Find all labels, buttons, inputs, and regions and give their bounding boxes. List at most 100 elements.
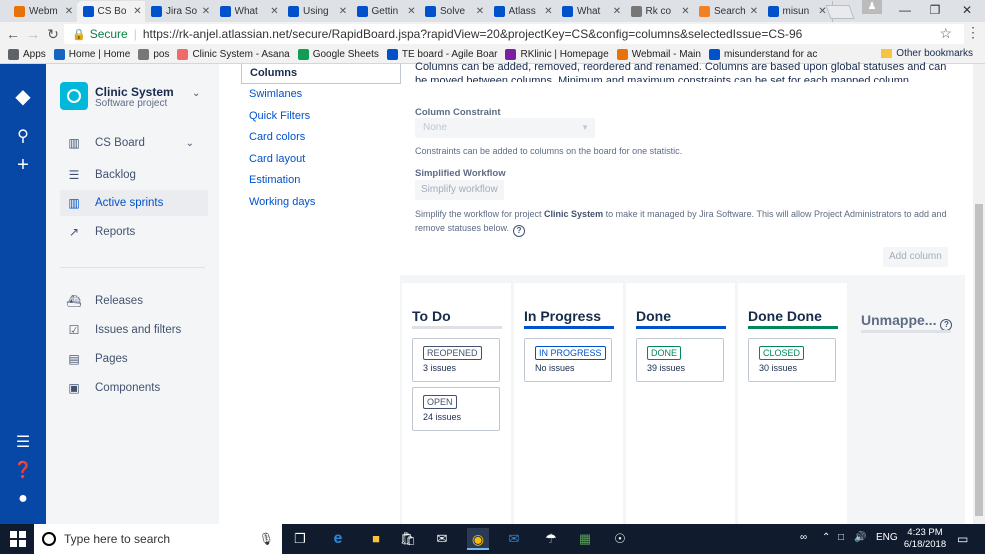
status-card[interactable]: CLOSED 30 issues xyxy=(748,338,836,382)
simplify-workflow-button[interactable]: Simplify workflow xyxy=(415,180,504,200)
bookmark-item[interactable]: Home | Home xyxy=(53,49,130,60)
close-tab-icon[interactable]: ✕ xyxy=(474,6,486,17)
browser-tab[interactable]: misun ✕ xyxy=(761,1,833,22)
bookmark-item[interactable]: Apps xyxy=(8,49,46,60)
close-tab-icon[interactable]: ✕ xyxy=(132,6,144,17)
taskbar-search-box[interactable]: Type here to search 🎙 xyxy=(34,524,282,554)
board-column[interactable]: Done Done CLOSED 30 issues xyxy=(738,283,847,524)
question-icon[interactable]: ? xyxy=(513,225,526,237)
status-card[interactable]: IN PROGRESS No issues xyxy=(524,338,612,382)
add-column-button[interactable]: Add column xyxy=(883,247,948,267)
config-item-quick-filters[interactable]: Quick Filters xyxy=(249,110,310,122)
windows-start-icon[interactable] xyxy=(10,531,26,547)
close-tab-icon[interactable]: ✕ xyxy=(680,6,692,17)
microphone-icon[interactable]: 🎙 xyxy=(259,532,274,546)
bookmark-item[interactable]: RKlinic | Homepage xyxy=(505,49,609,60)
bookmark-item[interactable]: misunderstand for ac xyxy=(708,49,817,60)
browser-tab[interactable]: Jira So ✕ xyxy=(145,1,216,22)
browser-tab[interactable]: Atlass ✕ xyxy=(487,1,559,22)
board-column[interactable]: In Progress IN PROGRESS No issues xyxy=(514,283,623,524)
sidebar-item-cs-board[interactable]: ▥ CS Board ⌄ xyxy=(60,130,208,156)
bookmark-star-icon[interactable]: ☆ xyxy=(939,25,952,42)
bookmark-item[interactable]: pos xyxy=(138,49,169,60)
browser-tab[interactable]: Webm ✕ xyxy=(8,1,79,22)
new-tab-button[interactable] xyxy=(825,5,855,19)
close-window-icon[interactable]: ✕ xyxy=(952,0,982,20)
sidebar-item-components[interactable]: ▣ Components xyxy=(60,375,208,401)
notifications-icon[interactable]: ▭ xyxy=(957,532,968,546)
jira-logo-icon[interactable]: ◆ xyxy=(12,86,34,108)
config-item-working-days[interactable]: Working days xyxy=(249,196,315,208)
taskbar-clock[interactable]: 4:23 PM 6/18/2018 xyxy=(900,527,950,551)
close-tab-icon[interactable]: ✕ xyxy=(543,6,555,17)
config-item-card-layout[interactable]: Card layout xyxy=(249,153,305,165)
project-name[interactable]: Clinic System xyxy=(95,85,174,99)
reload-icon[interactable]: ↻ xyxy=(44,24,62,44)
close-tab-icon[interactable]: ✕ xyxy=(611,6,623,17)
close-tab-icon[interactable]: ✕ xyxy=(406,6,418,17)
app-icon[interactable]: ☂ xyxy=(540,528,562,550)
sidebar-item-reports[interactable]: ↗ Reports xyxy=(60,219,208,245)
column-title[interactable]: Done Done xyxy=(748,308,822,324)
browser-tab[interactable]: Gettin ✕ xyxy=(350,1,422,22)
tray-chevron-icon[interactable]: ⌃ xyxy=(822,532,830,543)
browser-tab[interactable]: Rk co ✕ xyxy=(624,1,696,22)
column-title[interactable]: In Progress xyxy=(524,308,601,324)
browser-tab[interactable]: What ✕ xyxy=(213,1,285,22)
browser-tab[interactable]: Using ✕ xyxy=(282,1,353,22)
network-icon[interactable]: □ xyxy=(838,532,844,543)
create-icon[interactable]: + xyxy=(12,154,34,176)
browser-tab[interactable]: CS Bo ✕ xyxy=(76,1,148,22)
other-bookmarks[interactable]: Other bookmarks xyxy=(881,48,973,59)
chrome-menu-icon[interactable]: ⋮ xyxy=(966,24,980,41)
forward-icon[interactable]: → xyxy=(24,24,42,44)
people-icon[interactable]: ∞ xyxy=(800,532,807,543)
task-view-icon[interactable]: ❐ xyxy=(289,528,311,550)
help-icon[interactable]: ❓ xyxy=(12,460,34,482)
outlook-icon[interactable]: ✉ xyxy=(503,528,525,550)
close-tab-icon[interactable]: ✕ xyxy=(269,6,281,17)
chevron-down-icon[interactable]: ⌄ xyxy=(186,138,194,149)
column-constraint-select[interactable]: None ▼ xyxy=(415,118,595,138)
user-profile-icon[interactable]: ♟ xyxy=(862,0,882,14)
sidebar-item-active-sprints[interactable]: ▥ Active sprints xyxy=(60,190,208,216)
close-tab-icon[interactable]: ✕ xyxy=(200,6,212,17)
config-item-swimlanes[interactable]: Swimlanes xyxy=(249,88,302,100)
config-item-estimation[interactable]: Estimation xyxy=(249,174,300,186)
sidebar-item-issues-and-filters[interactable]: ☑ Issues and filters xyxy=(60,317,208,343)
search-icon[interactable]: ⚲ xyxy=(12,126,34,148)
bookmark-item[interactable]: Google Sheets xyxy=(297,49,379,60)
board-column[interactable]: Done DONE 39 issues xyxy=(626,283,735,524)
status-card[interactable]: OPEN 24 issues xyxy=(412,387,500,431)
language-indicator[interactable]: ENG xyxy=(876,532,898,543)
status-card[interactable]: REOPENED 3 issues xyxy=(412,338,500,382)
address-bar[interactable]: 🔒 Secure | https://rk-anjel.atlassian.ne… xyxy=(64,24,964,44)
sheets-app-icon[interactable]: ▦ xyxy=(574,528,596,550)
browser-tab[interactable]: Search ✕ xyxy=(693,1,764,22)
project-avatar[interactable] xyxy=(60,82,88,110)
sidebar-item-releases[interactable]: ⛴ Releases xyxy=(60,288,208,314)
menu-icon[interactable]: ☰ xyxy=(12,432,34,454)
column-title[interactable]: To Do xyxy=(412,308,451,324)
bookmark-item[interactable]: Clinic System - Asana xyxy=(177,49,290,60)
config-item-card-colors[interactable]: Card colors xyxy=(249,131,305,143)
sidebar-item-backlog[interactable]: ☰ Backlog xyxy=(60,162,208,188)
maximize-icon[interactable]: ❐ xyxy=(920,0,950,20)
bookmark-item[interactable]: TE board - Agile Boar xyxy=(386,49,497,60)
page-scrollbar[interactable] xyxy=(973,64,985,524)
back-icon[interactable]: ← xyxy=(4,24,22,44)
file-explorer-icon[interactable]: ■ xyxy=(365,528,387,550)
url-text[interactable]: https://rk-anjel.atlassian.net/secure/Ra… xyxy=(143,27,802,41)
chrome-icon[interactable]: ◉ xyxy=(467,528,489,550)
sidebar-item-pages[interactable]: ▤ Pages xyxy=(60,346,208,372)
volume-icon[interactable]: 🔊 xyxy=(854,532,866,543)
scrollbar-thumb[interactable] xyxy=(975,204,983,516)
app-icon-2[interactable]: ☉ xyxy=(609,528,631,550)
minimize-icon[interactable]: — xyxy=(890,0,920,20)
browser-tab[interactable]: Solve ✕ xyxy=(419,1,490,22)
chevron-down-icon[interactable]: ⌄ xyxy=(192,88,200,99)
board-column[interactable]: To Do REOPENED 3 issues OPEN 24 issues xyxy=(402,283,511,524)
bookmark-item[interactable]: Webmail - Main xyxy=(616,49,701,60)
profile-icon[interactable]: ● xyxy=(12,488,34,510)
config-item-columns[interactable]: Columns xyxy=(241,64,401,84)
